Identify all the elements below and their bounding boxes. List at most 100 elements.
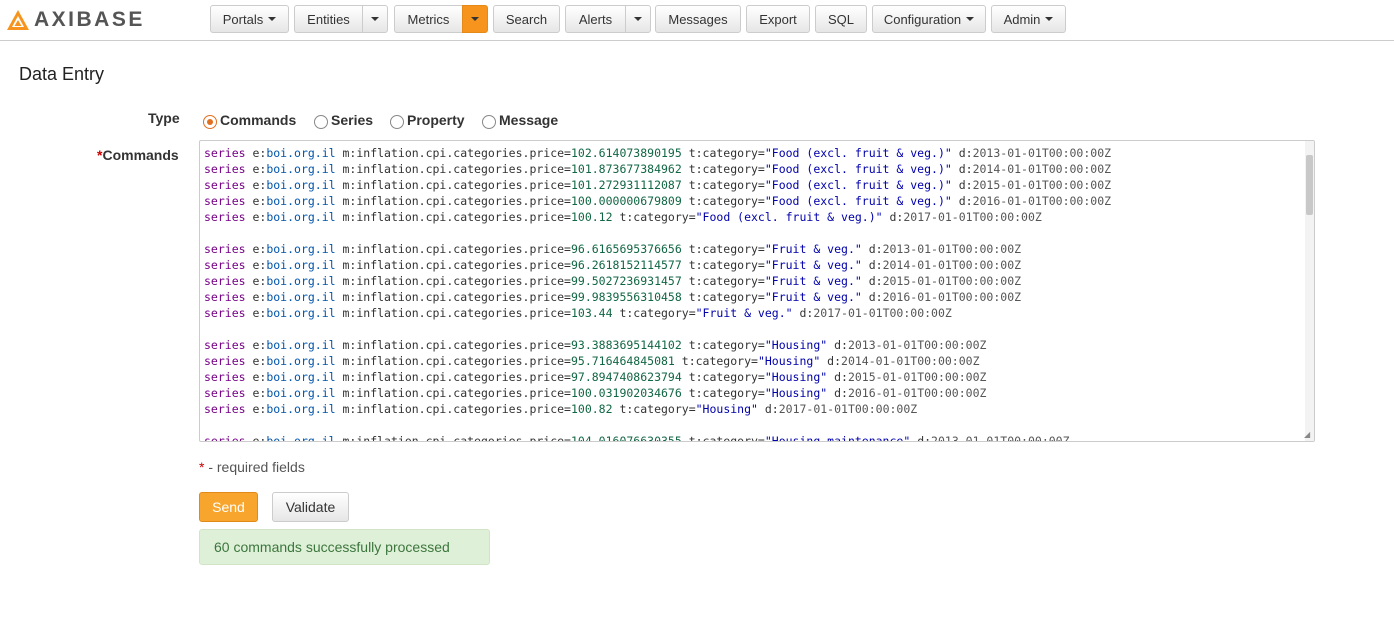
tag-value: "Housing maintenance" — [764, 434, 911, 442]
metric-value: 100.000000679809 — [570, 194, 682, 208]
validate-button[interactable]: Validate — [272, 492, 349, 522]
success-alert: 60 commands successfully processed — [199, 529, 490, 565]
radio-circle[interactable] — [203, 115, 217, 129]
top-navbar: AXIBASE Portals Entities Metrics Search … — [0, 0, 1394, 41]
tag-value: "Food (excl. fruit & veg.)" — [764, 194, 952, 208]
required-fields-note: * - required fields — [199, 459, 305, 475]
entity-value: boi.org.il — [266, 290, 336, 304]
metrics-dropdown-toggle[interactable] — [462, 5, 488, 33]
date-value: 2013-01-01T00:00:00Z — [882, 242, 1022, 256]
radio-message-label: Message — [499, 112, 559, 128]
configuration-label: Configuration — [883, 11, 962, 27]
radio-property-label: Property — [407, 112, 465, 128]
status-message: 60 commands successfully processed — [214, 539, 450, 555]
date-value: 2013-01-01T00:00:00Z — [847, 338, 987, 352]
messages-button[interactable]: Messages — [655, 5, 741, 33]
metric-value: 99.5027236931457 — [570, 274, 682, 288]
command-line: series e:boi.org.il m:inflation.cpi.cate… — [204, 370, 987, 384]
search-button[interactable]: Search — [493, 5, 560, 33]
command-keyword: series — [204, 354, 246, 368]
entity-value: boi.org.il — [266, 178, 336, 192]
metric-value: 102.614073890195 — [570, 146, 682, 160]
radio-property[interactable]: Property — [390, 111, 465, 129]
admin-menu-button[interactable]: Admin — [991, 5, 1066, 33]
radio-series[interactable]: Series — [314, 111, 373, 129]
alerts-button[interactable]: Alerts — [565, 5, 625, 33]
caret-down-icon — [966, 17, 975, 21]
send-button[interactable]: Send — [199, 492, 258, 522]
tag-value: "Fruit & veg." — [764, 274, 862, 288]
resize-handle-icon[interactable]: ◢ — [1304, 431, 1312, 439]
command-line: series e:boi.org.il m:inflation.cpi.cate… — [204, 258, 1022, 272]
axibase-logo-icon — [7, 10, 29, 30]
command-keyword: series — [204, 258, 246, 272]
radio-commands-label: Commands — [220, 112, 297, 128]
scrollbar-thumb[interactable] — [1306, 155, 1313, 215]
entity-value: boi.org.il — [266, 274, 336, 288]
caret-down-icon — [1045, 17, 1054, 21]
radio-series-label: Series — [331, 112, 374, 128]
caret-down-icon — [268, 17, 277, 21]
metric-value: 101.272931112087 — [570, 178, 682, 192]
command-keyword: series — [204, 370, 246, 384]
radio-circle[interactable] — [314, 115, 328, 129]
entity-value: boi.org.il — [266, 194, 336, 208]
brand-logo[interactable]: AXIBASE — [6, 7, 145, 33]
command-line: series e:boi.org.il m:inflation.cpi.cate… — [204, 338, 987, 352]
radio-circle[interactable] — [390, 115, 404, 129]
send-label: Send — [212, 499, 245, 515]
entity-value: boi.org.il — [266, 386, 336, 400]
export-button[interactable]: Export — [746, 5, 810, 33]
command-keyword: series — [204, 194, 246, 208]
metric-value: 93.3883695144102 — [570, 338, 682, 352]
metric-value: 96.6165695376656 — [570, 242, 682, 256]
entity-value: boi.org.il — [266, 370, 336, 384]
tag-value: "Food (excl. fruit & veg.)" — [764, 162, 952, 176]
sql-button[interactable]: SQL — [815, 5, 867, 33]
date-value: 2015-01-01T00:00:00Z — [847, 370, 987, 384]
command-keyword: series — [204, 274, 246, 288]
radio-circle[interactable] — [482, 115, 496, 129]
caret-down-icon — [471, 17, 479, 21]
portals-menu-button[interactable]: Portals — [210, 5, 289, 33]
entities-button[interactable]: Entities — [294, 5, 362, 33]
command-line: series e:boi.org.il m:inflation.cpi.cate… — [204, 306, 952, 320]
command-line: series e:boi.org.il m:inflation.cpi.cate… — [204, 162, 1112, 176]
command-keyword: series — [204, 242, 246, 256]
metric-value: 95.716464845081 — [570, 354, 675, 368]
alerts-dropdown-toggle[interactable] — [625, 5, 651, 33]
command-keyword: series — [204, 434, 246, 442]
command-keyword: series — [204, 402, 246, 416]
tag-value: "Housing" — [764, 338, 828, 352]
metric-value: 96.2618152114577 — [570, 258, 682, 272]
commands-editor[interactable]: series e:boi.org.il m:inflation.cpi.cate… — [199, 140, 1315, 442]
command-keyword: series — [204, 338, 246, 352]
command-line: series e:boi.org.il m:inflation.cpi.cate… — [204, 178, 1112, 192]
date-value: 2015-01-01T00:00:00Z — [882, 274, 1022, 288]
tag-value: "Food (excl. fruit & veg.)" — [764, 146, 952, 160]
entity-value: boi.org.il — [266, 306, 336, 320]
portals-label: Portals — [222, 11, 264, 27]
command-keyword: series — [204, 306, 246, 320]
brand-name: AXIBASE — [34, 8, 145, 31]
metrics-button[interactable]: Metrics — [394, 5, 462, 33]
entities-split-button: Entities — [294, 5, 388, 33]
metric-value: 101.873677384962 — [570, 162, 682, 176]
radio-message[interactable]: Message — [482, 111, 558, 129]
configuration-menu-button[interactable]: Configuration — [872, 5, 986, 33]
messages-label: Messages — [668, 11, 728, 27]
command-line: series e:boi.org.il m:inflation.cpi.cate… — [204, 290, 1022, 304]
commands-text[interactable]: series e:boi.org.il m:inflation.cpi.cate… — [204, 145, 1304, 442]
radio-commands[interactable]: Commands — [203, 111, 296, 129]
tag-value: "Fruit & veg." — [695, 306, 793, 320]
admin-label: Admin — [1003, 11, 1041, 27]
tag-value: "Housing" — [764, 370, 828, 384]
entities-label: Entities — [307, 11, 350, 27]
tag-value: "Fruit & veg." — [764, 290, 862, 304]
metric-value: 99.9839556310458 — [570, 290, 682, 304]
editor-scrollbar[interactable] — [1305, 141, 1314, 441]
entities-dropdown-toggle[interactable] — [362, 5, 388, 33]
date-value: 2014-01-01T00:00:00Z — [972, 162, 1112, 176]
